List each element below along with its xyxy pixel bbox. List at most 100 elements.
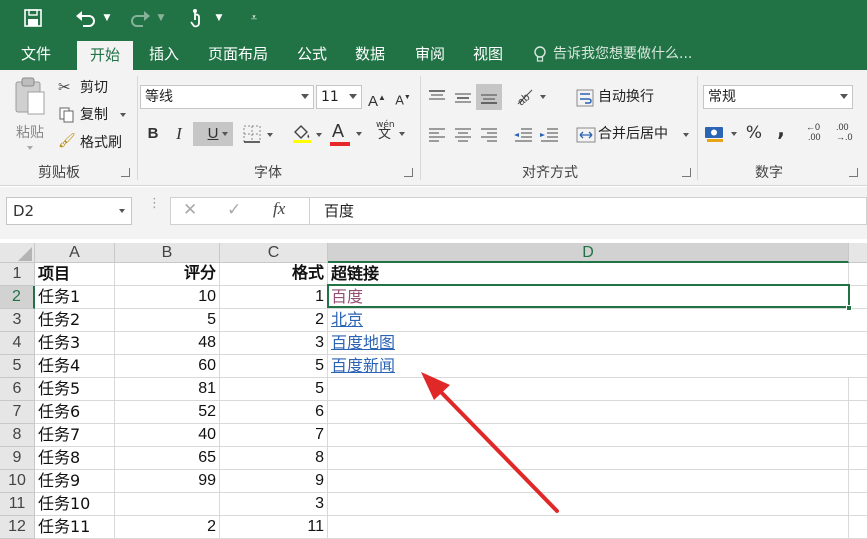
- row-header[interactable]: 1: [0, 263, 35, 286]
- table-cell[interactable]: 任务1: [35, 286, 115, 309]
- table-cell[interactable]: 5: [115, 309, 220, 332]
- table-cell[interactable]: [849, 263, 867, 286]
- borders-button[interactable]: [243, 123, 277, 145]
- grow-font-button[interactable]: A▲: [368, 87, 386, 110]
- hyperlink-cell[interactable]: 百度地图: [328, 332, 849, 355]
- table-cell[interactable]: [849, 401, 867, 424]
- header-cell[interactable]: 评分: [115, 263, 220, 286]
- row-header[interactable]: 5: [0, 355, 35, 378]
- table-cell[interactable]: 3: [220, 493, 328, 516]
- paste-button[interactable]: 粘贴: [8, 76, 52, 156]
- row-header[interactable]: 9: [0, 447, 35, 470]
- increase-indent-icon[interactable]: [538, 124, 560, 146]
- row-header[interactable]: 2: [0, 286, 35, 309]
- table-cell[interactable]: 6: [220, 401, 328, 424]
- table-cell[interactable]: 任务6: [35, 401, 115, 424]
- undo-icon[interactable]: [74, 7, 98, 29]
- tell-me-search[interactable]: 告诉我您想要做什么...: [553, 38, 692, 70]
- table-cell[interactable]: 40: [115, 424, 220, 447]
- table-cell[interactable]: 9: [220, 470, 328, 493]
- table-cell[interactable]: 7: [220, 424, 328, 447]
- table-cell[interactable]: 任务2: [35, 309, 115, 332]
- fill-handle[interactable]: [846, 305, 852, 311]
- table-cell[interactable]: [849, 493, 867, 516]
- row-header[interactable]: 7: [0, 401, 35, 424]
- table-cell[interactable]: 任务7: [35, 424, 115, 447]
- row-header[interactable]: 12: [0, 516, 35, 539]
- table-cell[interactable]: 8: [220, 447, 328, 470]
- table-cell[interactable]: 任务9: [35, 470, 115, 493]
- bottom-align-icon[interactable]: [476, 84, 502, 110]
- hyperlink-cell[interactable]: 北京: [328, 309, 849, 332]
- table-cell[interactable]: 5: [220, 355, 328, 378]
- table-cell[interactable]: [328, 470, 849, 493]
- clipboard-launcher-icon[interactable]: [121, 168, 130, 177]
- cancel-icon[interactable]: ✕: [183, 200, 197, 220]
- table-cell[interactable]: 52: [115, 401, 220, 424]
- table-cell[interactable]: [849, 516, 867, 539]
- name-box[interactable]: D2: [6, 197, 132, 225]
- row-header[interactable]: 8: [0, 424, 35, 447]
- table-cell[interactable]: [849, 309, 867, 332]
- header-cell[interactable]: 超链接: [328, 263, 849, 286]
- row-header[interactable]: 6: [0, 378, 35, 401]
- table-cell[interactable]: [849, 378, 867, 401]
- shrink-font-button[interactable]: A▼: [394, 87, 412, 109]
- redo-icon[interactable]: [128, 7, 152, 29]
- align-left-icon[interactable]: [426, 124, 448, 146]
- table-cell[interactable]: 任务3: [35, 332, 115, 355]
- more-icon[interactable]: ⋮: [148, 197, 161, 210]
- percent-style-button[interactable]: %: [744, 122, 764, 144]
- column-header-d[interactable]: D: [328, 243, 849, 263]
- table-cell[interactable]: 任务11: [35, 516, 115, 539]
- table-cell[interactable]: [849, 447, 867, 470]
- undo-dropdown-icon[interactable]: ▼: [100, 7, 114, 29]
- hyperlink-cell[interactable]: 百度新闻: [328, 355, 849, 378]
- row-header[interactable]: 10: [0, 470, 35, 493]
- row-header[interactable]: 3: [0, 309, 35, 332]
- table-cell[interactable]: 3: [220, 332, 328, 355]
- table-cell[interactable]: [328, 378, 849, 401]
- table-cell[interactable]: 任务4: [35, 355, 115, 378]
- table-cell[interactable]: 5: [220, 378, 328, 401]
- table-cell[interactable]: [115, 493, 220, 516]
- formula-input[interactable]: 百度: [310, 197, 867, 225]
- tab-review[interactable]: 审阅: [406, 38, 454, 70]
- font-color-button[interactable]: A: [330, 121, 364, 146]
- accounting-format-button[interactable]: [704, 123, 740, 145]
- table-cell[interactable]: [849, 332, 867, 355]
- table-cell[interactable]: [849, 470, 867, 493]
- table-cell[interactable]: 99: [115, 470, 220, 493]
- column-header-b[interactable]: B: [115, 243, 220, 263]
- underline-button[interactable]: U: [193, 122, 233, 146]
- tab-formulas[interactable]: 公式: [288, 38, 336, 70]
- column-header-c[interactable]: C: [220, 243, 328, 263]
- orientation-icon[interactable]: ab: [514, 86, 548, 108]
- align-center-icon[interactable]: [452, 124, 474, 146]
- tab-data[interactable]: 数据: [346, 38, 394, 70]
- comma-style-button[interactable]: ,: [774, 118, 788, 140]
- tab-insert[interactable]: 插入: [140, 38, 188, 70]
- table-cell[interactable]: [328, 516, 849, 539]
- select-all-corner[interactable]: [0, 243, 35, 263]
- increase-decimal-button[interactable]: ←0 .00: [806, 122, 830, 148]
- header-cell[interactable]: 项目: [35, 263, 115, 286]
- bold-button[interactable]: B: [144, 123, 162, 145]
- column-header-e[interactable]: [849, 243, 867, 263]
- table-cell[interactable]: 任务10: [35, 493, 115, 516]
- phonetic-button[interactable]: wén 文: [374, 120, 406, 148]
- touch-mode-icon[interactable]: [186, 7, 208, 29]
- table-cell[interactable]: [849, 424, 867, 447]
- enter-icon[interactable]: ✓: [227, 200, 241, 220]
- copy-button[interactable]: 复制: [58, 105, 130, 125]
- redo-dropdown-icon[interactable]: ▼: [154, 7, 168, 29]
- table-cell[interactable]: 1: [220, 286, 328, 309]
- table-cell[interactable]: [328, 493, 849, 516]
- tab-home[interactable]: 开始: [77, 41, 133, 70]
- number-format-select[interactable]: 常规: [703, 85, 853, 109]
- alignment-launcher-icon[interactable]: [682, 168, 691, 177]
- row-header[interactable]: 4: [0, 332, 35, 355]
- table-cell[interactable]: 48: [115, 332, 220, 355]
- table-cell[interactable]: 任务5: [35, 378, 115, 401]
- cut-button[interactable]: ✂ 剪切: [58, 78, 118, 98]
